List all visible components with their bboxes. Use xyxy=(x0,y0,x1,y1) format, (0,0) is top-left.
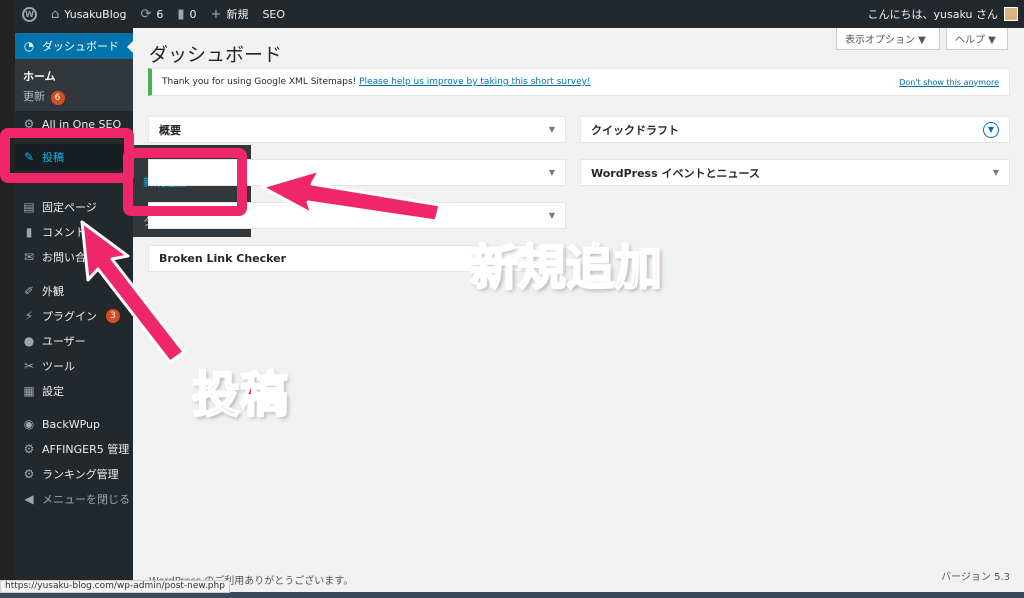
menu-item-tools[interactable]: ✂ ツール xyxy=(15,353,133,379)
pages-icon: ▤ xyxy=(23,200,35,214)
main-content: ダッシュボード 表示オプション ▼ ヘルプ ▼ Thank you for us… xyxy=(133,28,1024,592)
menu-item-settings[interactable]: ▦ 設定 xyxy=(15,378,133,404)
annotation-add-new-label: 新規追加 xyxy=(469,239,663,297)
page-title: ダッシュボード xyxy=(149,44,283,66)
survey-link[interactable]: Please help us improve by taking this sh… xyxy=(359,77,590,87)
home-icon: ⌂ xyxy=(51,6,60,22)
menu-item-affinger[interactable]: ⚙ AFFINGER5 管理 xyxy=(15,436,133,462)
dismiss-link[interactable]: Don't show this anymore xyxy=(899,78,999,87)
menu-item-contact[interactable]: ✉ お問い合わ xyxy=(15,244,133,270)
seo-link[interactable]: SEO xyxy=(255,0,292,28)
menu-item-pages[interactable]: ▤ 固定ページ xyxy=(15,194,133,220)
help-button[interactable]: ヘルプ ▼ xyxy=(946,28,1008,50)
wrench-icon: ✂ xyxy=(23,359,35,373)
toggle-arrow-icon[interactable]: ▼ xyxy=(549,211,555,220)
refresh-icon: ⟳ xyxy=(140,6,152,22)
updates-link[interactable]: ⟳ 6 xyxy=(133,0,170,28)
settings-icon: ▦ xyxy=(23,384,35,398)
menu-item-comments[interactable]: ▮ コメント xyxy=(15,219,133,245)
menu-item-backwpup[interactable]: ◉ BackWPup xyxy=(15,411,133,437)
menu-item-plugins[interactable]: ⚡ プラグイン 3 xyxy=(15,303,133,329)
menu-item-users[interactable]: ● ユーザー xyxy=(15,328,133,354)
plus-icon: + xyxy=(210,6,222,22)
submenu-updates[interactable]: 更新 6 xyxy=(23,88,65,105)
toggle-arrow-icon[interactable]: ▼ xyxy=(549,168,555,177)
menu-item-ranking[interactable]: ⚙ ランキング管理 xyxy=(15,461,133,487)
admin-bar: W ⌂ YusakuBlog ⟳ 6 ▮ 0 + 新規 SEO こんにちは、yusaku… xyxy=(15,0,1024,28)
highlight-box-posts xyxy=(0,128,134,183)
wp-logo-button[interactable]: W xyxy=(15,0,44,28)
plugins-badge: 3 xyxy=(106,309,120,323)
brush-icon: ✐ xyxy=(23,284,35,298)
backwpup-icon: ◉ xyxy=(23,417,35,431)
postbox-quickdraft[interactable]: クイックドラフト ▼ xyxy=(580,116,1010,143)
menu-item-appearance[interactable]: ✐ 外観 xyxy=(15,278,133,304)
menu-item-dashboard[interactable]: ◔ ダッシュボード xyxy=(15,33,133,59)
annotation-posts-label: 投稿 xyxy=(191,366,289,424)
site-name-link[interactable]: ⌂ YusakuBlog xyxy=(44,0,133,28)
dashboard-icon: ◔ xyxy=(23,39,35,53)
toggle-circle-icon[interactable]: ▼ xyxy=(983,121,999,138)
postbox-overview[interactable]: 概要 ▼ xyxy=(148,116,566,143)
plugin-icon: ⚡ xyxy=(24,309,34,323)
toggle-arrow-icon[interactable]: ▼ xyxy=(549,125,555,134)
toggle-arrow-icon[interactable]: ▼ xyxy=(993,168,999,177)
collapse-icon: ◀ xyxy=(24,492,34,506)
highlight-box-add-new xyxy=(123,148,247,216)
mail-icon: ✉ xyxy=(23,250,35,264)
submenu-home[interactable]: ホーム xyxy=(23,68,56,84)
status-url: https://yusaku-blog.com/wp-admin/post-ne… xyxy=(0,580,230,593)
admin-menu: ◔ ダッシュボード ホーム 更新 6 ⚙ All in One SEO ✎ 投稿… xyxy=(15,28,133,592)
comments-link[interactable]: ▮ 0 xyxy=(170,0,203,28)
user-icon: ● xyxy=(23,334,35,348)
avatar[interactable] xyxy=(1004,7,1018,21)
collapse-menu-button[interactable]: ◀ メニューを閉じる xyxy=(15,486,133,512)
footer-version: バージョン 5.3 xyxy=(941,572,1010,583)
screen-options-button[interactable]: 表示オプション ▼ xyxy=(836,28,940,50)
updates-badge: 6 xyxy=(50,91,65,105)
user-greeting[interactable]: こんにちは、yusaku さん xyxy=(868,6,998,22)
gear-icon: ⚙ xyxy=(23,442,35,456)
new-content-link[interactable]: + 新規 xyxy=(204,0,256,28)
gear-icon: ⚙ xyxy=(23,467,35,481)
screen-frame-left xyxy=(0,0,15,598)
comment-icon: ▮ xyxy=(25,225,33,239)
postbox-events[interactable]: WordPress イベントとニュース ▼ xyxy=(580,159,1010,186)
wordpress-icon: W xyxy=(22,6,37,22)
sitemap-notice: Thank you for using Google XML Sitemaps!… xyxy=(148,68,1010,96)
comment-icon: ▮ xyxy=(177,6,185,22)
